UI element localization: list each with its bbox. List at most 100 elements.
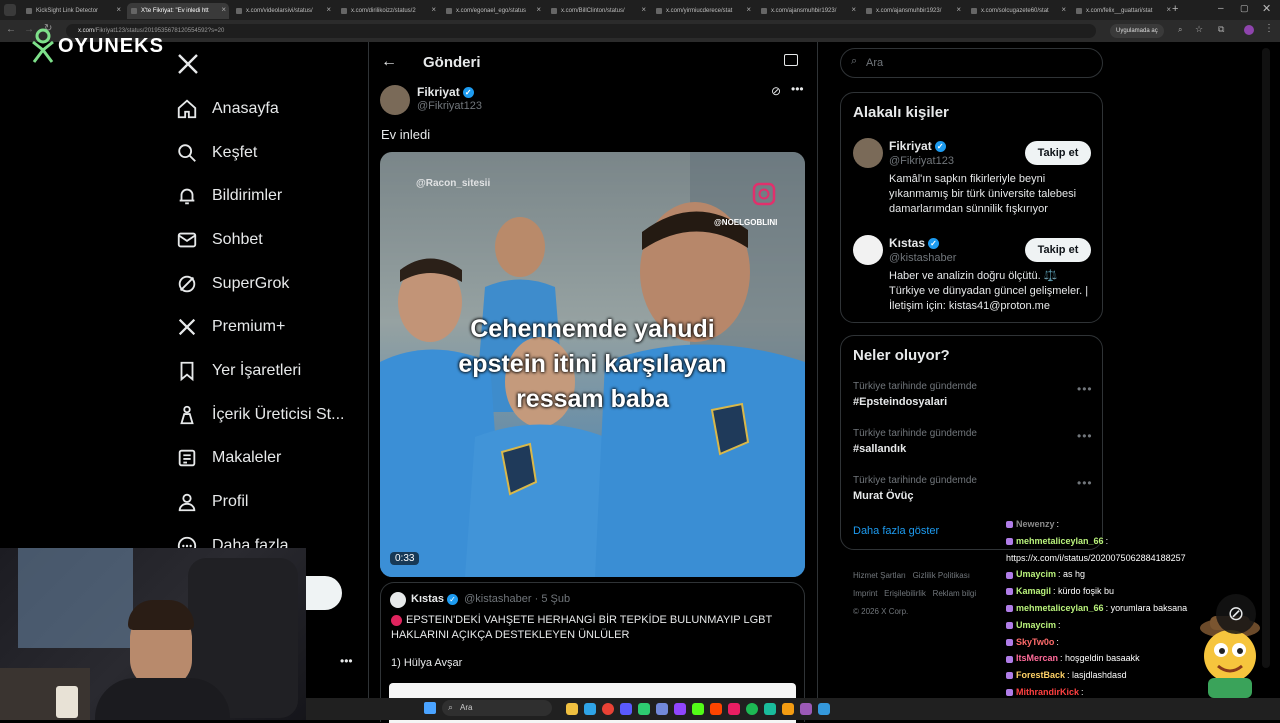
url-field[interactable]: x.com/Fikriyat123/status/201953567812055… — [66, 24, 1096, 38]
chat-username: mehmetaliceylan_66 — [1016, 603, 1104, 613]
window-minimize-icon[interactable]: – — [1218, 3, 1224, 14]
app-icon[interactable] — [764, 703, 776, 715]
search-placeholder: Ara — [866, 57, 884, 69]
bell-icon — [176, 185, 198, 207]
tab-close-icon[interactable]: × — [1061, 5, 1066, 14]
related-name-2[interactable]: Kıstas ✓ — [889, 236, 940, 250]
footer-link[interactable]: Hizmet Şartları — [853, 571, 906, 580]
scroll-to-top-icon[interactable] — [1262, 48, 1270, 668]
back-arrow-icon[interactable]: ← — [381, 53, 397, 71]
extensions-icon[interactable]: ⧉ — [1218, 24, 1224, 35]
tab-close-icon[interactable]: × — [536, 5, 541, 14]
new-tab-icon[interactable]: + — [1172, 3, 1178, 15]
nav-item[interactable]: Premium+ — [176, 312, 285, 342]
reader-icon[interactable] — [784, 54, 798, 66]
app-icon[interactable] — [692, 703, 704, 715]
trends-card: Neler oluyor? Türkiye tarihinde gündemde… — [840, 335, 1103, 550]
edge-icon[interactable] — [584, 703, 596, 715]
account-more-icon[interactable]: ••• — [340, 654, 353, 668]
nav-item[interactable]: Anasayfa — [176, 94, 279, 124]
window-maximize-icon[interactable]: ▢ — [1240, 3, 1249, 14]
nav-item[interactable]: İçerik Üreticisi St... — [176, 400, 344, 430]
tab-close-icon[interactable]: × — [326, 5, 331, 14]
nav-item[interactable]: Profil — [176, 487, 248, 517]
spotify-icon[interactable] — [746, 703, 758, 715]
chrome-icon[interactable] — [602, 703, 614, 715]
nav-item[interactable]: Yer İşaretleri — [176, 356, 301, 386]
post-author-avatar[interactable] — [380, 85, 410, 115]
file-explorer-icon[interactable] — [566, 703, 578, 715]
follow-button[interactable]: Takip et — [1025, 141, 1091, 165]
tab-close-icon[interactable]: × — [641, 5, 646, 14]
browser-tab[interactable]: x.com/yirmiucderece/stat × — [652, 3, 754, 19]
footer-link[interactable]: Gizlilik Politikası — [913, 571, 970, 580]
post-video[interactable]: @Racon_sitesii @NOELGOBLINI Cehennemde y… — [380, 152, 805, 577]
post-author-name[interactable]: Fikriyat ✓ — [417, 85, 474, 99]
post-author-handle[interactable]: @Fikriyat123 — [417, 100, 482, 112]
browser-tab[interactable]: KickSight Link Detector × — [22, 3, 124, 19]
tab-close-icon[interactable]: × — [1166, 5, 1171, 14]
app-icon[interactable] — [638, 703, 650, 715]
tab-close-icon[interactable]: × — [851, 5, 856, 14]
related-avatar-1[interactable] — [853, 138, 883, 168]
browser-tab[interactable]: x.com/videolarsivi/status/ × — [232, 3, 334, 19]
nav-item[interactable]: SuperGrok — [176, 269, 289, 299]
browser-tab[interactable]: x.com/felix__guattari/stat × — [1072, 3, 1174, 19]
trend-name[interactable]: #Epsteindosyalari — [853, 396, 947, 408]
app-icon[interactable] — [674, 703, 686, 715]
follow-button[interactable]: Takip et — [1025, 238, 1091, 262]
browser-tab[interactable]: x.com/ajansmuhbir1923/ × — [757, 3, 859, 19]
nav-item[interactable]: Keşfet — [176, 138, 257, 168]
browser-tab[interactable]: x.com/solcugazete60/stat × — [967, 3, 1069, 19]
app-icon[interactable] — [710, 703, 722, 715]
post-more-icon[interactable]: ••• — [791, 82, 804, 96]
trend-more-icon[interactable]: ••• — [1077, 382, 1093, 396]
nav-item[interactable]: Bildirimler — [176, 181, 282, 211]
trend-more-icon[interactable]: ••• — [1077, 429, 1093, 443]
app-icon[interactable] — [620, 703, 632, 715]
window-close-icon[interactable]: ✕ — [1262, 2, 1271, 15]
profile-icon[interactable] — [1244, 25, 1254, 35]
zoom-icon[interactable]: ⌕ — [1178, 25, 1182, 35]
taskbar-search[interactable]: ⌕ Ara — [442, 700, 552, 716]
star-icon[interactable]: ☆ — [1195, 24, 1203, 35]
app-icon[interactable] — [728, 703, 740, 715]
menu-icon[interactable]: ⋮ — [1264, 23, 1274, 34]
x-logo-icon[interactable] — [176, 52, 200, 76]
related-avatar-2[interactable] — [853, 235, 883, 265]
back-icon[interactable]: ← — [6, 24, 16, 35]
trend-name[interactable]: Murat Övüç — [853, 490, 914, 502]
app-icon[interactable] — [800, 703, 812, 715]
search-box[interactable]: ⌕ Ara — [840, 48, 1103, 78]
app-icon[interactable] — [782, 703, 794, 715]
browser-tab[interactable]: x.com/ajansmuhbir1923/ × — [862, 3, 964, 19]
related-name-1[interactable]: Fikriyat ✓ — [889, 139, 946, 153]
nav-item[interactable]: Makaleler — [176, 443, 281, 473]
start-icon[interactable] — [424, 702, 436, 714]
browser-tab[interactable]: x.com/dirilikoizz/status/2 × — [337, 3, 439, 19]
show-more-link[interactable]: Daha fazla göster — [853, 525, 939, 537]
chat-gear-icon[interactable]: ⊘ — [1216, 594, 1256, 634]
browser-tab-label: KickSight Link Detector — [36, 8, 99, 14]
tab-list-icon[interactable] — [4, 4, 16, 16]
browser-tab[interactable]: x.com/BillClinton/status/ × — [547, 3, 649, 19]
chat-username: Newenzy — [1016, 519, 1055, 529]
footer-link[interactable]: Erişilebilirlik — [884, 589, 926, 598]
nav-item[interactable]: Sohbet — [176, 225, 263, 255]
footer-link[interactable]: Reklam bilgi — [933, 589, 977, 598]
browser-tab[interactable]: x.com/egonael_ego/status × — [442, 3, 544, 19]
tab-close-icon[interactable]: × — [431, 5, 436, 14]
app-icon[interactable] — [818, 703, 830, 715]
tab-close-icon[interactable]: × — [221, 5, 226, 14]
grok-icon[interactable]: ⊘ — [771, 84, 781, 98]
trend-more-icon[interactable]: ••• — [1077, 476, 1093, 490]
trend-name[interactable]: #sallandık — [853, 443, 906, 455]
tab-close-icon[interactable]: × — [956, 5, 961, 14]
app-chip[interactable]: Uygulamada aç — [1110, 24, 1164, 38]
app-icon[interactable] — [656, 703, 668, 715]
tab-close-icon[interactable]: × — [116, 5, 121, 14]
browser-tab[interactable]: X'te Fikriyat: "Ev inledi htt × — [127, 3, 229, 19]
footer-link[interactable]: Imprint — [853, 589, 877, 598]
tab-close-icon[interactable]: × — [746, 5, 751, 14]
verified-badge-icon: ✓ — [934, 141, 946, 153]
